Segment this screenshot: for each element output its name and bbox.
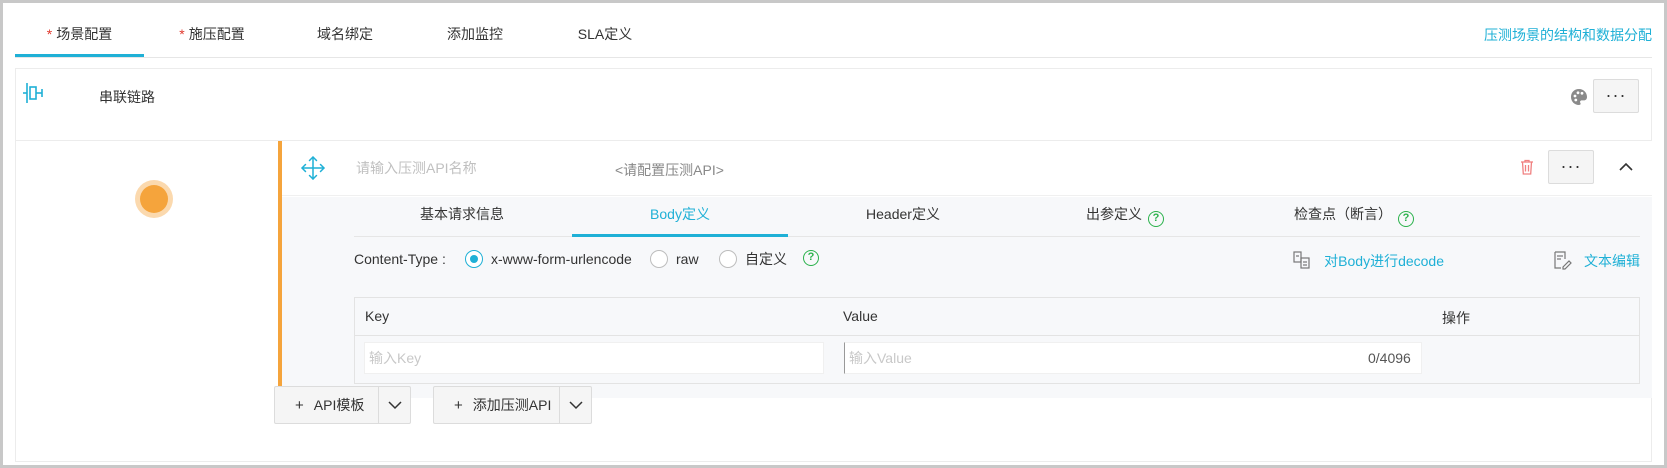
api-config-link[interactable]: <请配置压测API> — [615, 160, 724, 180]
api-card: <请配置压测API> ··· 基本请求信息 Body定义 Header定义 — [278, 141, 1652, 398]
decode-icon — [1293, 251, 1310, 269]
tab-label: Body定义 — [650, 206, 710, 222]
radio-label: raw — [676, 251, 699, 267]
tab-body-definition[interactable]: Body定义 — [572, 197, 788, 237]
trash-icon[interactable] — [1520, 159, 1534, 175]
chain-more-button[interactable]: ··· — [1593, 79, 1639, 113]
key-value-table: Key Value 操作 0/4096 — [354, 297, 1640, 384]
move-icon[interactable] — [300, 155, 326, 181]
radio-unchecked-icon — [719, 250, 737, 268]
tab-label: 场景配置 — [56, 26, 113, 42]
table-row: 0/4096 — [355, 336, 1639, 384]
tab-label: 施压配置 — [188, 26, 245, 42]
tab-label: 出参定义 — [1086, 206, 1142, 222]
tab-label: 检查点（断言） — [1294, 206, 1392, 222]
status-dot-icon — [135, 180, 173, 218]
api-more-button[interactable]: ··· — [1548, 150, 1594, 184]
app-frame: * 场景配置 * 施压配置 域名绑定 添加监控 SLA定义 压测场景的结构和数据分配… — [0, 0, 1667, 468]
tab-label: SLA定义 — [577, 26, 633, 42]
chevron-down-icon — [388, 401, 402, 410]
column-header-value: Value — [843, 308, 878, 324]
tab-load-config[interactable]: * 施压配置 — [156, 17, 268, 57]
content-type-row: Content-Type : x-www-form-urlencode raw … — [354, 247, 1640, 273]
divider — [15, 57, 1652, 58]
tab-label: 域名绑定 — [317, 26, 373, 42]
add-api-dropdown[interactable] — [559, 387, 591, 423]
radio-form-urlencode[interactable]: x-www-form-urlencode — [465, 248, 632, 272]
content-type-label: Content-Type : — [354, 251, 446, 267]
text-edit-link[interactable]: 文本编辑 — [1552, 250, 1640, 271]
value-char-counter: 0/4096 — [1368, 350, 1411, 366]
tab-checkpoint[interactable]: 检查点（断言）? — [1234, 197, 1474, 237]
help-icon[interactable]: ? — [803, 250, 819, 266]
column-header-operation: 操作 — [1442, 310, 1470, 326]
request-tab-bar: 基本请求信息 Body定义 Header定义 出参定义? 检查点（断言）? — [354, 197, 1640, 237]
decode-label: 对Body进行decode — [1324, 253, 1444, 269]
radio-custom[interactable]: 自定义 — [719, 248, 787, 272]
api-card-body: 基本请求信息 Body定义 Header定义 出参定义? 检查点（断言）? Co… — [282, 197, 1652, 398]
tab-output-definition[interactable]: 出参定义? — [1017, 197, 1233, 237]
add-api-split-button: + 添加压测API — [433, 386, 592, 424]
palette-icon[interactable] — [1569, 87, 1589, 107]
add-api-button[interactable]: + 添加压测API — [434, 387, 551, 423]
tab-scene-config[interactable]: * 场景配置 — [15, 17, 144, 57]
api-template-dropdown[interactable] — [378, 387, 410, 423]
tab-label: 添加监控 — [447, 26, 503, 42]
tab-basic-request[interactable]: 基本请求信息 — [354, 197, 570, 237]
plus-icon: + — [295, 397, 304, 414]
radio-checked-icon — [465, 250, 483, 268]
value-input[interactable] — [844, 342, 1422, 374]
chain-header: 串联链路 ··· — [15, 68, 1652, 143]
help-icon[interactable]: ? — [1148, 211, 1164, 227]
tab-label: Header定义 — [866, 206, 940, 222]
radio-label: x-www-form-urlencode — [491, 251, 632, 267]
column-header-key: Key — [365, 308, 390, 324]
radio-label: 自定义 — [745, 251, 787, 267]
serial-chain-icon — [23, 83, 43, 103]
tab-domain-binding[interactable]: 域名绑定 — [291, 17, 399, 57]
top-tab-bar: * 场景配置 * 施压配置 域名绑定 添加监控 SLA定义 — [15, 17, 1652, 57]
scene-structure-link[interactable]: 压测场景的结构和数据分配 — [1484, 25, 1652, 45]
api-card-header: <请配置压测API> ··· — [282, 141, 1652, 196]
table-header: Key Value 操作 — [355, 298, 1639, 336]
edit-icon — [1554, 251, 1572, 270]
required-mark: * — [179, 26, 185, 42]
tab-label: 基本请求信息 — [420, 206, 504, 222]
chevron-up-icon[interactable] — [1618, 161, 1634, 173]
tab-add-monitor[interactable]: 添加监控 — [421, 17, 529, 57]
chevron-down-icon — [569, 401, 583, 410]
api-template-split-button: + API模板 — [274, 386, 411, 424]
radio-raw[interactable]: raw — [650, 248, 699, 272]
button-label: 添加压测API — [472, 397, 552, 413]
tab-header-definition[interactable]: Header定义 — [795, 197, 1011, 237]
key-input[interactable] — [364, 342, 824, 374]
button-label: API模板 — [313, 397, 365, 413]
api-name-input[interactable] — [356, 153, 586, 183]
plus-icon: + — [454, 397, 463, 414]
text-edit-label: 文本编辑 — [1584, 253, 1640, 269]
required-mark: * — [46, 26, 53, 42]
chain-title: 串联链路 — [99, 89, 155, 105]
decode-body-link[interactable]: 对Body进行decode — [1292, 250, 1444, 271]
help-icon[interactable]: ? — [1398, 211, 1414, 227]
tab-sla[interactable]: SLA定义 — [551, 17, 659, 57]
api-template-button[interactable]: + API模板 — [275, 387, 364, 423]
radio-unchecked-icon — [650, 250, 668, 268]
